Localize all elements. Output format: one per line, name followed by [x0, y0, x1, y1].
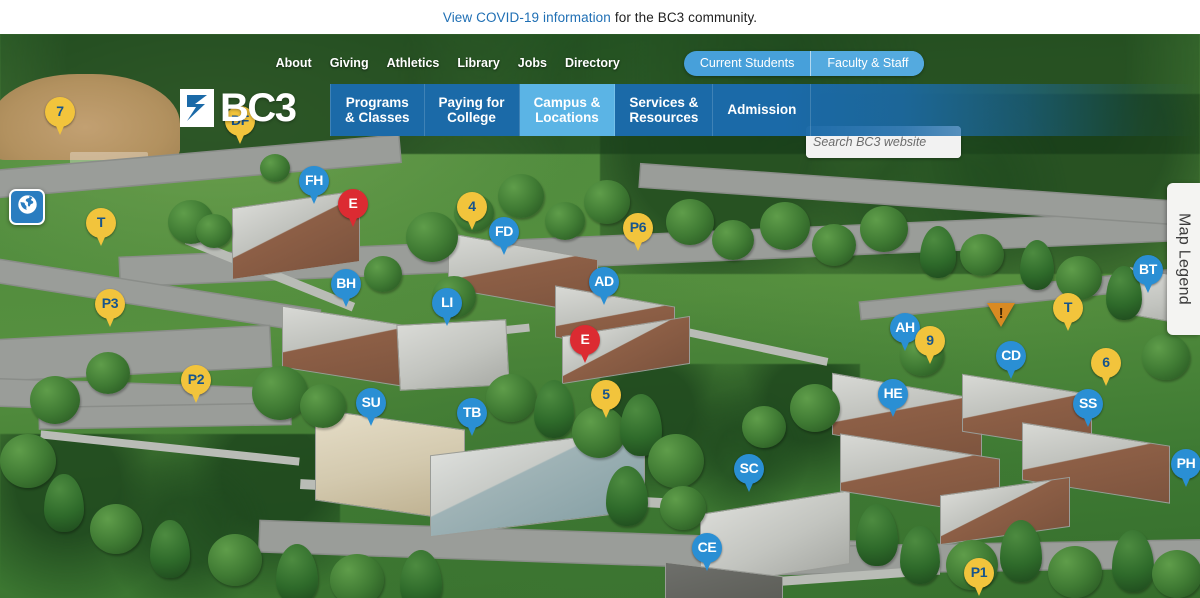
campus-map[interactable]: 7 DF FH E T 4 FD P6 BT P3 BH LI AD! T AH 9 CD E 6 P2 5 HE SS SU… — [0, 34, 1200, 598]
map-pin-label: P1 — [970, 564, 988, 580]
map-pin-bt-8[interactable]: BT — [1133, 255, 1163, 295]
map-pin-label: P6 — [629, 219, 647, 235]
map-pin-e-18[interactable]: E — [570, 325, 600, 365]
map-pin-p2-20[interactable]: P2 — [181, 365, 211, 405]
map-pin-sc-27[interactable]: SC — [734, 454, 764, 494]
map-pin-p1-29[interactable]: P1 — [964, 558, 994, 598]
map-pin-label: SU — [361, 394, 381, 410]
map-pin-label: E — [580, 331, 590, 347]
utility-link-library[interactable]: Library — [457, 56, 499, 70]
nav-item-paying-for-college[interactable]: Paying for College — [425, 84, 520, 136]
map-pin--13[interactable]: ! — [987, 303, 1015, 333]
map-pin-label: 5 — [602, 386, 610, 402]
map-pin-ss-23[interactable]: SS — [1073, 389, 1103, 429]
utility-link-jobs[interactable]: Jobs — [518, 56, 547, 70]
map-pin-label: E — [348, 195, 358, 211]
map-pin-label: LI — [441, 294, 453, 310]
map-pin-6-19[interactable]: 6 — [1091, 348, 1121, 388]
map-pin-p3-9[interactable]: P3 — [95, 289, 125, 329]
map-pin-he-22[interactable]: HE — [878, 379, 908, 419]
map-pin-ad-12[interactable]: AD — [589, 267, 619, 307]
map-pin-fd-6[interactable]: FD — [489, 217, 519, 257]
utility-link-giving[interactable]: Giving — [330, 56, 369, 70]
map-pin-label: CD — [1001, 347, 1021, 363]
map-legend-label: Map Legend — [1175, 213, 1193, 305]
map-pin-label: 9 — [926, 332, 934, 348]
map-pin-t-4[interactable]: T — [86, 208, 116, 248]
map-pin-li-11[interactable]: LI — [432, 288, 462, 328]
map-pin-label: AD — [594, 273, 614, 289]
current-students-button[interactable]: Current Students — [684, 51, 811, 76]
covid-banner: View COVID-19 information for the BC3 co… — [0, 0, 1200, 34]
map-pin-label: SC — [739, 460, 759, 476]
covid-banner-text: for the BC3 community. — [614, 9, 758, 25]
nav-label-line1: Admission — [727, 102, 797, 117]
map-pin-label: BT — [1138, 261, 1158, 277]
map-pin-label: FD — [494, 223, 514, 239]
nav-item-services-resources[interactable]: Services & Resources — [615, 84, 714, 136]
utility-nav: About Giving Athletics Library Jobs Dire… — [0, 34, 1200, 76]
map-pin-su-24[interactable]: SU — [356, 388, 386, 428]
nav-label-line1: Services & — [629, 95, 699, 110]
map-pin-label: T — [1063, 299, 1073, 315]
utility-link-athletics[interactable]: Athletics — [387, 56, 440, 70]
bc3-logo[interactable]: BC3 — [180, 86, 297, 130]
nav-item-campus-locations[interactable]: Campus & Locations — [519, 84, 616, 136]
nav-label-line2: & Classes — [345, 110, 410, 125]
map-pin-4-5[interactable]: 4 — [457, 192, 487, 232]
map-pin-label: HE — [883, 385, 903, 401]
audience-pill-group: Current Students Faculty & Staff — [683, 50, 925, 76]
map-pin-label: T — [96, 214, 106, 230]
map-pin-label: SS — [1078, 395, 1098, 411]
utility-link-directory[interactable]: Directory — [565, 56, 620, 70]
map-pin-label: PH — [1176, 455, 1196, 471]
map-pin-ce-28[interactable]: CE — [692, 533, 722, 573]
map-pin-label: P2 — [187, 371, 205, 387]
globe-view-toggle-button[interactable] — [9, 189, 45, 225]
covid-info-link[interactable]: View COVID-19 information — [443, 10, 611, 25]
nav-item-admission[interactable]: Admission — [713, 84, 812, 136]
map-pin-label: P3 — [101, 295, 119, 311]
bc3-logo-icon — [180, 89, 214, 127]
map-pin-tb-25[interactable]: TB — [457, 398, 487, 438]
faculty-staff-button[interactable]: Faculty & Staff — [810, 50, 925, 76]
utility-link-about[interactable]: About — [276, 56, 312, 70]
nav-label-line2: College — [447, 110, 496, 125]
map-pin-e-3[interactable]: E — [338, 189, 368, 229]
map-pin-label: TB — [462, 404, 482, 420]
map-pin-label: ! — [998, 304, 1004, 322]
nav-label-line2: Resources — [629, 110, 699, 125]
map-pin-label: CE — [697, 539, 717, 555]
map-pin-bh-10[interactable]: BH — [331, 269, 361, 309]
nav-label-line1: Programs — [345, 95, 409, 110]
map-pin-label: 4 — [468, 198, 476, 214]
bc3-wordmark: BC3 — [220, 86, 297, 130]
globe-icon — [17, 194, 38, 220]
nav-label-line2: Locations — [535, 110, 599, 125]
map-pin-label: FH — [304, 172, 324, 188]
map-legend-tab[interactable]: Map Legend — [1167, 183, 1200, 335]
map-pin-fh-2[interactable]: FH — [299, 166, 329, 206]
map-pin-5-21[interactable]: 5 — [591, 380, 621, 420]
map-pin-label: BH — [336, 275, 356, 291]
main-navigation: BC3 Programs & Classes Paying for Colleg… — [0, 84, 1200, 136]
map-pin-ph-26[interactable]: PH — [1171, 449, 1200, 489]
map-pin-9-16[interactable]: 9 — [915, 326, 945, 366]
nav-label-line1: Campus & — [533, 95, 601, 110]
map-pin-t-14[interactable]: T — [1053, 293, 1083, 333]
map-pin-label: 6 — [1102, 354, 1110, 370]
map-pin-cd-17[interactable]: CD — [996, 341, 1026, 381]
nav-item-programs-classes[interactable]: Programs & Classes — [330, 84, 425, 136]
map-pin-p6-7[interactable]: P6 — [623, 213, 653, 253]
nav-label-line1: Paying for — [438, 95, 505, 110]
nav-item-list: Programs & Classes Paying for College Ca… — [330, 84, 812, 136]
